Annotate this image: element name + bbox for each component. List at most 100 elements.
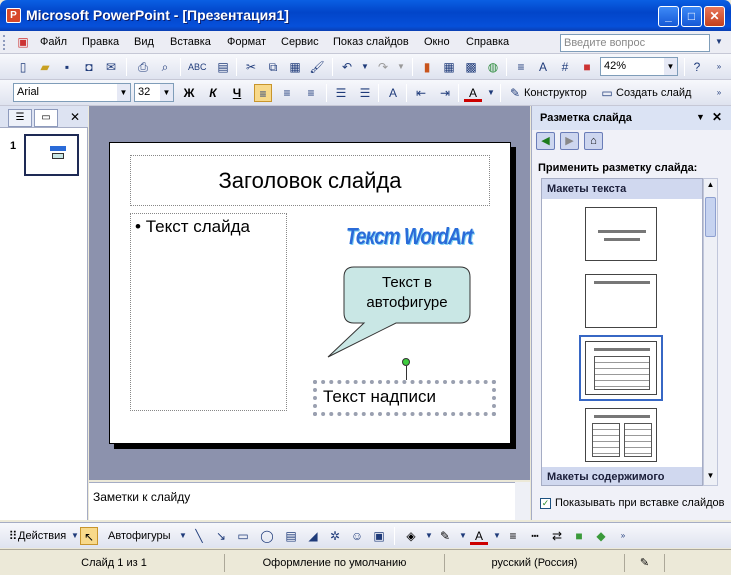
arrow-style-icon[interactable]: ⇄ xyxy=(548,527,566,545)
designer-button[interactable]: Конструктор xyxy=(524,87,587,99)
new-slide-icon[interactable]: ▭ xyxy=(598,84,616,102)
new-icon[interactable]: ▯ xyxy=(14,58,32,76)
font-color-draw-icon[interactable]: A xyxy=(470,527,488,545)
wordart-object[interactable]: Текст WordArt xyxy=(346,225,474,251)
undo-icon[interactable]: ↶ xyxy=(338,58,356,76)
zoom-combo[interactable]: 42% ▼ xyxy=(600,57,678,76)
menu-slideshow[interactable]: Показ слайдов xyxy=(333,36,409,48)
scroll-up-icon[interactable]: ▲ xyxy=(705,180,716,192)
font-color-dropdown-icon[interactable]: ▼ xyxy=(482,84,500,102)
document-icon[interactable]: ▣ xyxy=(14,33,32,51)
redo-icon[interactable]: ↷ xyxy=(374,58,392,76)
color-grayscale-icon[interactable]: ■ xyxy=(578,58,596,76)
close-button[interactable]: ✕ xyxy=(704,6,725,27)
fill-color-icon[interactable]: ◈ xyxy=(402,527,420,545)
notes-scrollbar[interactable] xyxy=(515,482,530,520)
rectangle-icon[interactable]: ▭ xyxy=(234,527,252,545)
maximize-button[interactable]: □ xyxy=(681,6,702,27)
numbering-icon[interactable]: ☰ xyxy=(332,84,350,102)
expand-all-icon[interactable]: ≡ xyxy=(512,58,530,76)
increase-indent-icon[interactable]: ⇥ xyxy=(436,84,454,102)
cut-icon[interactable]: ✂ xyxy=(242,58,260,76)
menu-file[interactable]: Файл xyxy=(40,36,67,48)
align-right-icon[interactable]: ≡ xyxy=(302,84,320,102)
line-icon[interactable]: ╲ xyxy=(190,527,208,545)
bullets-icon[interactable]: ☰ xyxy=(356,84,374,102)
designer-icon[interactable]: ✎ xyxy=(506,84,524,102)
tables-borders-icon[interactable]: ▩ xyxy=(462,58,480,76)
show-on-insert-checkbox[interactable]: ✓ xyxy=(540,498,551,509)
tab-outline-icon[interactable]: ☰ xyxy=(8,109,32,127)
line-style-icon[interactable]: ≡ xyxy=(504,527,522,545)
bold-button[interactable]: Ж xyxy=(180,84,198,102)
line-color-icon[interactable]: ✎ xyxy=(436,527,454,545)
chevron-down-icon[interactable]: ▼ xyxy=(664,58,677,75)
select-objects-icon[interactable]: ↖ xyxy=(80,527,98,545)
rotate-handle[interactable] xyxy=(402,358,410,366)
font-name-combo[interactable]: Arial ▼ xyxy=(13,83,131,102)
insert-diagram-icon[interactable]: ◍ xyxy=(484,58,502,76)
help-dropdown-icon[interactable]: ▼ xyxy=(710,33,728,51)
scroll-down-icon[interactable]: ▼ xyxy=(705,471,716,483)
layout-title-text[interactable] xyxy=(579,335,663,401)
menu-edit[interactable]: Правка xyxy=(82,36,119,48)
close-panel-icon[interactable]: ✕ xyxy=(66,108,84,126)
picture-icon[interactable]: ▣ xyxy=(370,527,388,545)
new-slide-button[interactable]: Создать слайд xyxy=(616,87,691,99)
scroll-thumb[interactable] xyxy=(705,197,716,237)
menu-view[interactable]: Вид xyxy=(134,36,154,48)
format-painter-icon[interactable]: 🖌 xyxy=(308,58,326,76)
spelling-icon[interactable]: ABC xyxy=(188,58,207,76)
print-preview-icon[interactable]: ⌕ xyxy=(156,58,174,76)
slide-thumbnail[interactable] xyxy=(24,134,79,176)
menu-help[interactable]: Справка xyxy=(466,36,509,48)
redo-dropdown-icon[interactable]: ▼ xyxy=(392,58,410,76)
font-size-combo[interactable]: 32 ▼ xyxy=(134,83,174,102)
show-grid-icon[interactable]: # xyxy=(556,58,574,76)
oval-icon[interactable]: ◯ xyxy=(258,527,276,545)
layout-two-columns[interactable] xyxy=(585,408,657,462)
slide-canvas[interactable]: Заголовок слайда • Текст слайда Текст Wo… xyxy=(109,142,511,444)
arrow-icon[interactable]: ↘ xyxy=(212,527,230,545)
research-icon[interactable]: ▤ xyxy=(214,58,232,76)
layout-title-slide[interactable] xyxy=(585,207,657,261)
tab-slides-icon[interactable]: ▭ xyxy=(34,109,58,127)
powerpoint-app-icon[interactable]: P xyxy=(6,8,21,23)
title-placeholder[interactable]: Заголовок слайда xyxy=(130,155,490,206)
align-left-icon[interactable]: ≡ xyxy=(254,84,272,102)
menu-tools[interactable]: Сервис xyxy=(281,36,319,48)
diagram-icon[interactable]: ✲ xyxy=(326,527,344,545)
toolbar-options-icon[interactable]: » xyxy=(710,58,728,76)
forward-icon[interactable]: ▶ xyxy=(560,132,579,150)
chevron-down-icon[interactable]: ▼ xyxy=(160,84,173,101)
font-color-icon[interactable]: A xyxy=(464,84,482,102)
actions-menu[interactable]: Действия xyxy=(18,530,66,542)
email-icon[interactable]: ✉ xyxy=(102,58,120,76)
toolbar-options-icon[interactable]: » xyxy=(710,84,728,102)
task-pane-menu-icon[interactable]: ▼ xyxy=(696,112,705,122)
insert-chart-icon[interactable]: ▮ xyxy=(418,58,436,76)
body-placeholder[interactable]: • Текст слайда xyxy=(130,213,287,411)
copy-icon[interactable]: ⧉ xyxy=(264,58,282,76)
show-formatting-icon[interactable]: A xyxy=(534,58,552,76)
open-icon[interactable]: ▰ xyxy=(36,58,54,76)
layout-scrollbar[interactable]: ▲ ▼ xyxy=(703,178,718,486)
menu-insert[interactable]: Вставка xyxy=(170,36,211,48)
decrease-indent-icon[interactable]: ⇤ xyxy=(412,84,430,102)
help-search-input[interactable]: Введите вопрос xyxy=(560,34,710,52)
help-icon[interactable]: ? xyxy=(688,58,706,76)
wordart-icon[interactable]: ◢ xyxy=(304,527,322,545)
menu-window[interactable]: Окно xyxy=(424,36,450,48)
textbox-icon[interactable]: ▤ xyxy=(282,527,300,545)
underline-button[interactable]: Ч xyxy=(228,84,246,102)
menubar-grip[interactable] xyxy=(3,35,6,50)
home-icon[interactable]: ⌂ xyxy=(584,132,603,150)
paste-icon[interactable]: ▦ xyxy=(286,58,304,76)
layout-title-only[interactable] xyxy=(585,274,657,328)
back-icon[interactable]: ◀ xyxy=(536,132,555,150)
chevron-down-icon[interactable]: ▼ xyxy=(117,84,130,101)
undo-dropdown-icon[interactable]: ▼ xyxy=(356,58,374,76)
textbox-selected[interactable]: Текст надписи xyxy=(313,380,496,416)
menu-format[interactable]: Формат xyxy=(227,36,266,48)
task-pane-close-icon[interactable]: ✕ xyxy=(712,110,722,124)
